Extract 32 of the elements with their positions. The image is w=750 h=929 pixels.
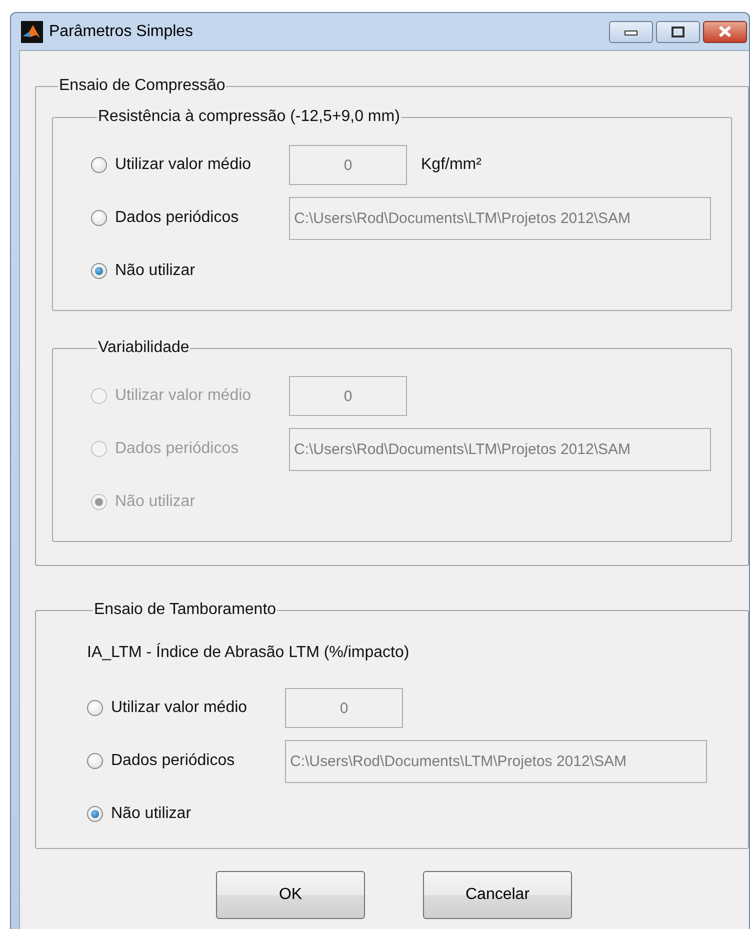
maximize-icon bbox=[671, 26, 685, 38]
radio-button[interactable] bbox=[87, 806, 103, 822]
radio-button[interactable] bbox=[87, 700, 103, 716]
close-icon bbox=[717, 25, 733, 38]
dialog-button[interactable]: OK bbox=[216, 871, 365, 919]
group-title: Ensaio de Compressão bbox=[58, 77, 226, 95]
radio-label[interactable]: Dados periódicos bbox=[111, 752, 235, 770]
radio-button[interactable] bbox=[91, 263, 107, 279]
unit-label: Kgf/mm² bbox=[421, 156, 482, 174]
minimize-icon bbox=[624, 28, 638, 36]
minimize-button[interactable] bbox=[609, 20, 653, 42]
file-path-field[interactable]: C:\Users\Rod\Documents\LTM\Projetos 2012\SAM bbox=[285, 740, 707, 782]
value-field[interactable]: 0 bbox=[289, 145, 407, 185]
value-field[interactable]: 0 bbox=[285, 688, 403, 728]
radio-button[interactable] bbox=[91, 210, 107, 226]
group-title: Variabilidade bbox=[97, 339, 190, 357]
radio-label[interactable]: Dados periódicos bbox=[115, 209, 239, 227]
radio-button[interactable] bbox=[91, 157, 107, 173]
group-title: Resistência à compressão (-12,5+9,0 mm) bbox=[97, 108, 401, 126]
radio-button[interactable] bbox=[87, 753, 103, 769]
close-button[interactable] bbox=[703, 20, 747, 42]
group-title: Ensaio de Tamboramento bbox=[93, 601, 278, 619]
radio-label[interactable]: Não utilizar bbox=[115, 262, 196, 280]
app-icon bbox=[21, 20, 43, 42]
file-path-field[interactable]: C:\Users\Rod\Documents\LTM\Projetos 2012\SAM bbox=[289, 196, 711, 240]
window-title: Parâmetros Simples bbox=[49, 22, 194, 40]
parameter-caption: IA_LTM - Índice de Abrasão LTM (%/impacto) bbox=[87, 644, 410, 662]
maximize-button[interactable] bbox=[656, 20, 700, 42]
radio-label[interactable]: Utilizar valor médio bbox=[111, 699, 248, 717]
dialog-button[interactable]: Cancelar bbox=[423, 871, 572, 919]
radio-label[interactable]: Utilizar valor médio bbox=[115, 156, 252, 174]
radio-label[interactable]: Não utilizar bbox=[111, 805, 192, 823]
